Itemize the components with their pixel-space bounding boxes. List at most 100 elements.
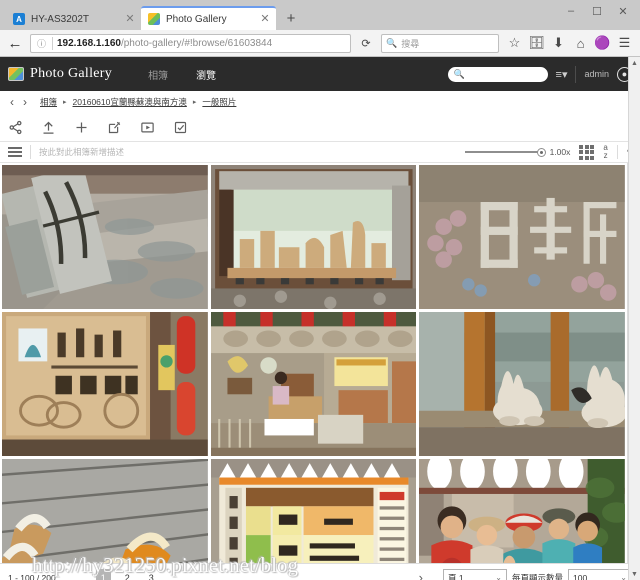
chevron-down-icon: ⌄: [620, 573, 627, 580]
zoom-slider-track[interactable]: [464, 151, 540, 153]
breadcrumb-item-albums[interactable]: 相簿: [40, 96, 57, 108]
browser-toolbar-icons: ☆ 🗄 ⬇ ⌂ 🟣 ☰: [504, 33, 635, 53]
browser-window: A HY-AS3202T ✕ Photo Gallery ✕ + – ☐ ✕ ←…: [0, 0, 640, 580]
page-scrollbar[interactable]: ▲ ▼: [628, 57, 640, 580]
zoom-level-label: 1.00x: [549, 147, 571, 157]
browser-tab-nas[interactable]: A HY-AS3202T ✕: [6, 6, 141, 30]
photo-grid-container: ▲: [0, 163, 640, 563]
divider: [30, 145, 31, 159]
photo-gallery-icon: [148, 13, 160, 25]
per-page-label: 每頁顯示數量: [511, 572, 563, 580]
photo-thumbnail[interactable]: [419, 312, 625, 456]
next-page-icon[interactable]: ›: [409, 570, 433, 580]
photo-gallery-logo-icon: [8, 67, 24, 81]
new-tab-button[interactable]: +: [280, 7, 302, 29]
view-options: 1.00x a z ^: [464, 144, 632, 160]
site-info-icon[interactable]: ⓘ: [35, 37, 48, 50]
app-brand[interactable]: Photo Gallery: [8, 66, 112, 82]
window-controls: – ☐ ✕: [558, 2, 636, 20]
maximize-button[interactable]: ☐: [584, 2, 610, 20]
page-button-1[interactable]: 1: [95, 569, 111, 580]
library-icon[interactable]: 🗄: [526, 33, 547, 53]
asustor-icon: A: [13, 13, 25, 25]
album-description-bar: 按此對此相簿新增描述 1.00x a z ^: [0, 141, 640, 163]
tab-strip: A HY-AS3202T ✕ Photo Gallery ✕ + – ☐ ✕: [0, 0, 640, 30]
grid-view-icon[interactable]: [579, 144, 595, 160]
hamburger-icon[interactable]: [8, 147, 22, 157]
breadcrumb: 相簿 ▸ 20160610宜蘭縣蘇澳與南方澳 ▸ 一般照片: [40, 96, 236, 108]
sort-az-icon[interactable]: a z: [603, 144, 607, 160]
search-icon: 🔍: [386, 37, 398, 48]
pebble-mosaic-wall-sign-image: [419, 165, 625, 309]
home-icon[interactable]: ⌂: [570, 33, 591, 53]
page-content: Photo Gallery 相簿 瀏覽 🔍 ≡▾ admin ● ‹ › 相簿 …: [0, 57, 640, 580]
share-icon[interactable]: [8, 120, 23, 135]
pocket-icon[interactable]: 🟣: [592, 33, 613, 53]
breadcrumb-bar: ‹ › 相簿 ▸ 20160610宜蘭縣蘇澳與南方澳 ▸ 一般照片: [0, 91, 640, 113]
divider: [575, 65, 577, 83]
photo-thumbnail[interactable]: [2, 165, 208, 309]
reload-icon[interactable]: ⟳: [356, 34, 376, 53]
add-icon[interactable]: [74, 120, 89, 135]
app-search-input[interactable]: 🔍: [447, 66, 548, 82]
browser-search-input[interactable]: 🔍 搜尋: [381, 33, 499, 53]
close-icon[interactable]: ✕: [258, 13, 272, 25]
wooden-clogs-on-deck-image: [2, 459, 208, 563]
photo-thumbnail[interactable]: [2, 312, 208, 456]
photo-count-label: 1 - 100 / 200: [8, 572, 56, 580]
divider: [616, 145, 618, 159]
page-select[interactable]: 頁 1 ⌄: [442, 568, 507, 580]
app-header: Photo Gallery 相簿 瀏覽 🔍 ≡▾ admin ●: [0, 57, 640, 91]
photo-thumbnail[interactable]: [419, 459, 625, 563]
zoom-slider[interactable]: 1.00x: [464, 147, 571, 157]
photo-thumbnail[interactable]: [210, 459, 417, 563]
page-button-3[interactable]: 3: [144, 569, 159, 580]
download-icon[interactable]: ⬇: [548, 33, 569, 53]
scroll-up-icon[interactable]: ▲: [629, 57, 640, 69]
close-icon[interactable]: ✕: [123, 13, 137, 25]
browser-navigation-bar: ← ⓘ 192.168.1.160 /photo-gallery/#!brows…: [0, 30, 640, 57]
tab-label: HY-AS3202T: [31, 13, 89, 25]
star-icon[interactable]: ☆: [504, 33, 525, 53]
app-header-right: 🔍 ≡▾ admin ●: [447, 65, 632, 83]
album-description-input[interactable]: 按此對此相簿新增描述: [39, 146, 124, 158]
scroll-down-icon[interactable]: ▼: [629, 568, 640, 580]
slideshow-icon[interactable]: [140, 120, 155, 135]
breadcrumb-separator: ▸: [192, 99, 197, 106]
breadcrumb-item-album[interactable]: 20160610宜蘭縣蘇澳與南方澳: [73, 96, 187, 108]
app-title: Photo Gallery: [30, 66, 113, 81]
breadcrumb-separator: ▸: [63, 99, 67, 106]
select-all-icon[interactable]: [173, 120, 188, 135]
photo-thumbnail[interactable]: [419, 165, 625, 309]
edit-icon[interactable]: [107, 120, 122, 135]
ticket-price-information-board-image: [210, 459, 417, 563]
back-icon[interactable]: ‹: [10, 96, 14, 108]
app-nav: 相簿 瀏覽: [148, 67, 216, 82]
minimize-button[interactable]: –: [558, 2, 584, 20]
page-button-2[interactable]: 2: [120, 569, 135, 580]
window-close-button[interactable]: ✕: [610, 2, 636, 20]
photo-thumbnail[interactable]: [210, 312, 417, 456]
forward-icon[interactable]: ›: [23, 96, 27, 108]
shop-interior-service-counter-image: [210, 312, 417, 456]
nav-item-albums[interactable]: 相簿: [148, 67, 168, 82]
photo-grid: [0, 163, 627, 563]
zoom-slider-handle[interactable]: [536, 147, 546, 157]
upload-icon[interactable]: [41, 120, 56, 135]
address-bar[interactable]: ⓘ 192.168.1.160 /photo-gallery/#!browse/…: [30, 33, 351, 53]
url-path: /photo-gallery/#!browse/61603844: [120, 37, 273, 49]
breadcrumb-item-general-photos[interactable]: 一般照片: [202, 96, 236, 108]
nav-item-browse[interactable]: 瀏覽: [196, 67, 216, 82]
browser-tab-photo-gallery[interactable]: Photo Gallery ✕: [141, 6, 276, 30]
photo-thumbnail[interactable]: [2, 459, 208, 563]
back-icon[interactable]: ←: [5, 33, 25, 53]
search-icon: 🔍: [453, 68, 465, 79]
action-toolbar: [0, 113, 640, 141]
filter-list-icon[interactable]: ≡▾: [556, 68, 568, 81]
tab-label: Photo Gallery: [166, 13, 227, 25]
user-name-label: admin: [584, 69, 609, 79]
per-page-select[interactable]: 100 ⌄: [568, 568, 632, 580]
wooden-figurines-in-display-window-image: [210, 165, 417, 309]
menu-icon[interactable]: ☰: [614, 33, 635, 53]
photo-thumbnail[interactable]: [210, 165, 417, 309]
